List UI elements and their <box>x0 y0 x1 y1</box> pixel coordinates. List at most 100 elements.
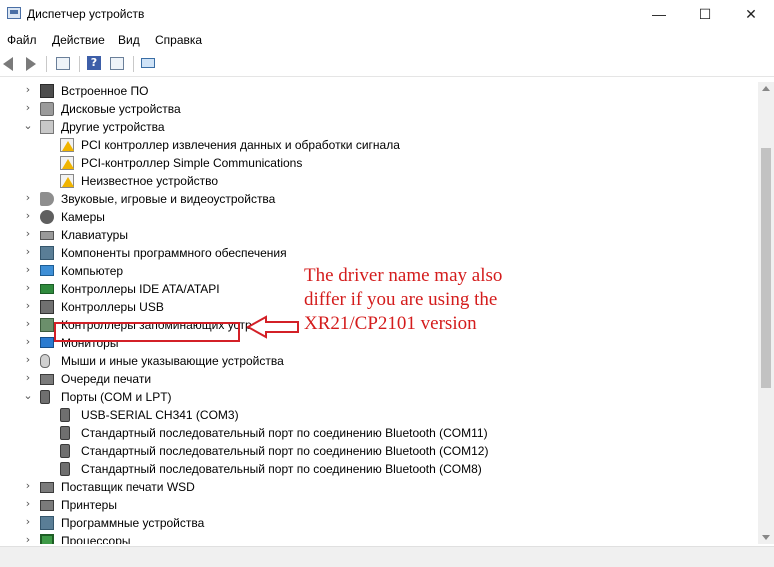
tree-child-item[interactable]: PCI-контроллер Simple Communications <box>0 154 758 172</box>
camera-icon <box>40 210 54 224</box>
window-title: Диспетчер устройств <box>27 7 145 21</box>
tree-child-item[interactable]: PCI контроллер извлечения данных и обраб… <box>0 136 758 154</box>
expand-chevron-icon[interactable]: › <box>23 84 33 96</box>
tree-item-label: Мыши и иные указывающие устройства <box>61 354 284 368</box>
tree-category-item[interactable]: › Встроенное ПО <box>0 82 758 100</box>
tree-category-item[interactable]: ⌄ Другие устройства <box>0 118 758 136</box>
tree-item-label: Встроенное ПО <box>61 84 149 98</box>
tree-category-item[interactable]: › Звуковые, игровые и видеоустройства <box>0 190 758 208</box>
tree-category-item[interactable]: › Поставщик печати WSD <box>0 478 758 496</box>
horizontal-scrollbar[interactable] <box>0 546 774 567</box>
scroll-up-icon[interactable] <box>762 86 770 91</box>
tree-item-label: Компьютер <box>61 264 124 278</box>
tree-item-label: PCI контроллер извлечения данных и обраб… <box>81 138 400 152</box>
port-icon <box>40 390 50 404</box>
storage-controller-icon <box>40 318 54 332</box>
properties-icon[interactable] <box>56 56 72 72</box>
tree-item-label: Стандартный последовательный порт по сое… <box>81 426 488 440</box>
tree-category-item[interactable]: › Клавиатуры <box>0 226 758 244</box>
view-icon[interactable] <box>110 56 126 72</box>
mouse-icon <box>40 354 50 368</box>
printer-icon <box>40 482 54 493</box>
expand-chevron-icon[interactable]: › <box>23 282 33 294</box>
maximize-button[interactable]: ☐ <box>682 0 728 30</box>
monitor-icon <box>40 337 54 348</box>
tree-child-item[interactable]: USB-SERIAL CH341 (COM3) <box>0 406 758 424</box>
menu-file[interactable]: Файл <box>7 33 37 47</box>
expand-chevron-icon[interactable]: › <box>23 192 33 204</box>
title-bar: Диспетчер устройств — ☐ ✕ <box>0 0 774 30</box>
collapse-chevron-icon[interactable]: ⌄ <box>23 120 33 132</box>
forward-icon[interactable] <box>22 56 38 72</box>
tree-item-label: Контроллеры IDE ATA/ATAPI <box>61 282 220 296</box>
highlight-box <box>54 322 240 342</box>
tree-item-label: Неизвестное устройство <box>81 174 219 188</box>
print-queue-icon <box>40 374 54 385</box>
scrollbar-thumb[interactable] <box>761 148 771 388</box>
tree-item-label: Стандартный последовательный порт по сое… <box>81 444 489 458</box>
tree-item-label: Поставщик печати WSD <box>61 480 195 494</box>
device-manager-icon <box>7 7 21 19</box>
expand-chevron-icon[interactable]: › <box>23 354 33 366</box>
tree-item-label: Принтеры <box>61 498 117 512</box>
expand-chevron-icon[interactable]: › <box>23 534 33 545</box>
expand-chevron-icon[interactable]: › <box>23 372 33 384</box>
scan-hardware-icon[interactable] <box>141 56 157 72</box>
tree-item-label: Контроллеры USB <box>61 300 164 314</box>
warning-icon <box>60 156 74 170</box>
menu-bar: Файл Действие Вид Справка <box>0 30 774 50</box>
tree-item-label: Камеры <box>61 210 105 224</box>
tree-child-item[interactable]: Неизвестное устройство <box>0 172 758 190</box>
expand-chevron-icon[interactable]: › <box>23 498 33 510</box>
menu-view[interactable]: Вид <box>118 33 140 47</box>
serial-port-icon <box>60 444 70 458</box>
menu-action[interactable]: Действие <box>52 33 105 47</box>
expand-chevron-icon[interactable]: › <box>23 264 33 276</box>
minimize-button[interactable]: — <box>636 0 682 30</box>
tree-category-item[interactable]: ⌄ Порты (COM и LPT) <box>0 388 758 406</box>
expand-chevron-icon[interactable]: › <box>23 516 33 528</box>
firmware-icon <box>40 84 54 98</box>
tree-category-item[interactable]: › Камеры <box>0 208 758 226</box>
tree-category-item[interactable]: › Дисковые устройства <box>0 100 758 118</box>
tree-category-item[interactable]: › Мыши и иные указывающие устройства <box>0 352 758 370</box>
vertical-scrollbar[interactable] <box>758 82 774 544</box>
tree-child-item[interactable]: Стандартный последовательный порт по сое… <box>0 460 758 478</box>
expand-chevron-icon[interactable]: › <box>23 102 33 114</box>
serial-port-icon <box>60 462 70 476</box>
scroll-down-icon[interactable] <box>762 535 770 540</box>
warning-icon <box>60 174 74 188</box>
menu-help[interactable]: Справка <box>155 33 202 47</box>
back-icon[interactable] <box>3 56 19 72</box>
help-icon[interactable]: ? <box>87 56 103 72</box>
collapse-chevron-icon[interactable]: ⌄ <box>23 390 33 402</box>
tree-category-item[interactable]: › Компоненты программного обеспечения <box>0 244 758 262</box>
serial-port-icon <box>60 408 70 422</box>
warning-icon <box>60 138 74 152</box>
close-button[interactable]: ✕ <box>728 0 774 30</box>
tree-category-item[interactable]: › Процессоры <box>0 532 758 544</box>
usb-controller-icon <box>40 300 54 314</box>
tree-item-label: Дисковые устройства <box>61 102 181 116</box>
tree-child-item[interactable]: Стандартный последовательный порт по сое… <box>0 442 758 460</box>
keyboard-icon <box>40 231 54 240</box>
other-devices-icon <box>40 120 54 134</box>
speaker-icon <box>40 192 54 206</box>
expand-chevron-icon[interactable]: › <box>23 480 33 492</box>
tree-category-item[interactable]: › Принтеры <box>0 496 758 514</box>
computer-icon <box>40 265 54 276</box>
toolbar-separator <box>46 56 47 72</box>
tree-item-label: Процессоры <box>61 534 131 544</box>
tree-item-label: Стандартный последовательный порт по сое… <box>81 462 482 476</box>
tree-item-label: Программные устройства <box>61 516 205 530</box>
expand-chevron-icon[interactable]: › <box>23 336 33 348</box>
tree-category-item[interactable]: › Очереди печати <box>0 370 758 388</box>
expand-chevron-icon[interactable]: › <box>23 318 33 330</box>
tree-category-item[interactable]: › Программные устройства <box>0 514 758 532</box>
expand-chevron-icon[interactable]: › <box>23 246 33 258</box>
expand-chevron-icon[interactable]: › <box>23 300 33 312</box>
tree-child-item[interactable]: Стандартный последовательный порт по сое… <box>0 424 758 442</box>
tree-item-label: PCI-контроллер Simple Communications <box>81 156 303 170</box>
expand-chevron-icon[interactable]: › <box>23 228 33 240</box>
expand-chevron-icon[interactable]: › <box>23 210 33 222</box>
